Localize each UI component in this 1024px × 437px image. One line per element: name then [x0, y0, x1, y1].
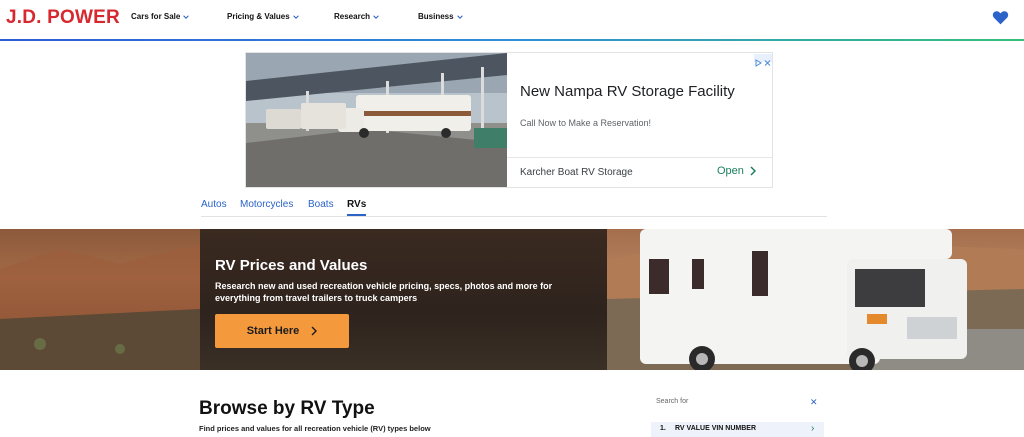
start-here-button[interactable]: Start Here [215, 314, 349, 348]
chevron-down-icon [292, 14, 299, 19]
ad-divider [507, 157, 772, 158]
tab-motorcycles[interactable]: Motorcycles [240, 199, 293, 210]
chevron-down-icon [183, 14, 190, 19]
header-accent-line [0, 39, 1024, 41]
chevron-down-icon [373, 14, 379, 19]
hero-description: Research new and used recreation vehicle… [215, 281, 553, 303]
vehicle-type-tabs: Autos Motorcycles Boats RVs [201, 193, 827, 217]
search-result-item[interactable]: 1. RV VALUE VIN NUMBER › [651, 422, 824, 437]
ad-badge[interactable] [754, 54, 772, 67]
nav-business[interactable]: Business [418, 12, 463, 21]
nav-label: Cars for Sale [131, 12, 181, 21]
nav-label: Business [418, 12, 454, 21]
start-here-label: Start Here [246, 325, 300, 337]
ad-open-label: Open [717, 165, 744, 177]
desert-background [0, 229, 200, 370]
hero-title: RV Prices and Values [215, 257, 368, 274]
nav-label: Research [334, 12, 371, 21]
result-number: 1. [660, 425, 666, 432]
rv-storage-illustration [246, 53, 507, 187]
chevron-down-icon [456, 14, 463, 19]
advertisement[interactable]: New Nampa RV Storage Facility Call Now t… [245, 52, 773, 188]
nav-pricing-values[interactable]: Pricing & Values [227, 12, 299, 21]
adchoices-icon[interactable] [755, 54, 762, 67]
search-panel: Search for ✕ 1. RV VALUE VIN NUMBER › [651, 392, 824, 437]
site-header: J.D. POWER Cars for Sale Pricing & Value… [0, 0, 1024, 41]
browse-description: Find prices and values for all recreatio… [199, 424, 431, 433]
ad-advertiser: Karcher Boat RV Storage [520, 167, 633, 178]
tab-autos[interactable]: Autos [201, 199, 227, 210]
ad-subtext: Call Now to Make a Reservation! [520, 118, 652, 128]
search-label: Search for [656, 398, 689, 405]
rv-photo [607, 229, 1024, 370]
nav-label: Pricing & Values [227, 12, 290, 21]
tab-boats[interactable]: Boats [308, 199, 334, 210]
tab-rvs[interactable]: RVs [347, 199, 366, 210]
result-text: RV VALUE VIN NUMBER [675, 425, 757, 432]
nav-cars-for-sale[interactable]: Cars for Sale [131, 12, 190, 21]
browse-title: Browse by RV Type [199, 398, 375, 419]
active-tab-indicator [347, 214, 366, 216]
ad-headline[interactable]: New Nampa RV Storage Facility [520, 83, 735, 100]
hero-banner: RV Prices and Values Research new and us… [0, 229, 1024, 370]
close-icon[interactable]: ✕ [810, 397, 818, 408]
nav-research[interactable]: Research [334, 12, 379, 21]
chevron-right-icon [311, 326, 318, 336]
heart-icon[interactable] [992, 10, 1009, 25]
chevron-right-icon [750, 166, 756, 176]
chevron-right-icon: › [811, 423, 815, 434]
ad-open-button[interactable]: Open [717, 165, 756, 177]
jd-power-logo[interactable]: J.D. POWER [6, 7, 120, 29]
close-icon[interactable] [764, 54, 771, 66]
rv-storage-photo[interactable] [246, 53, 507, 187]
